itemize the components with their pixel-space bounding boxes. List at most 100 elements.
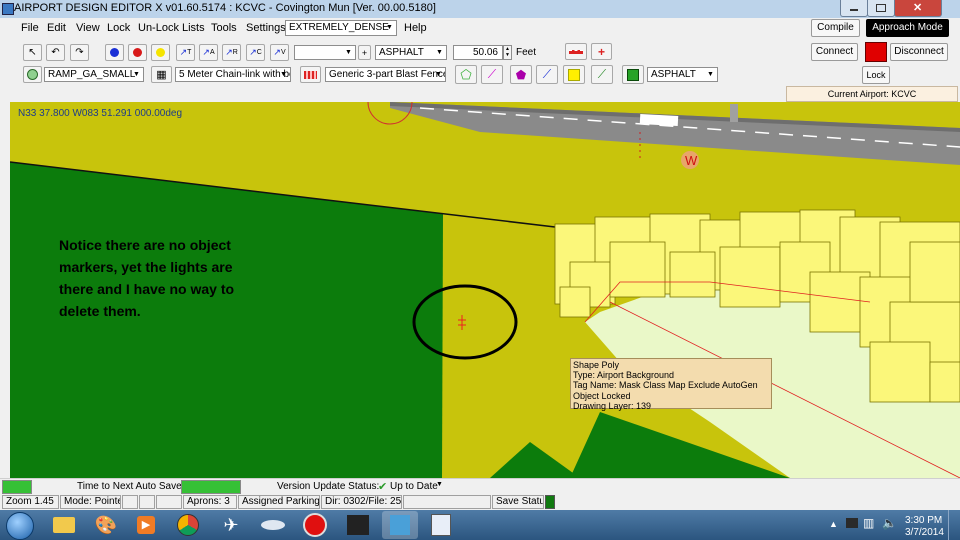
disconnect-button[interactable]: Disconnect xyxy=(890,43,948,61)
hole-tool-button[interactable]: ⬟ xyxy=(510,65,532,84)
line-tool-button[interactable]: ⟋ xyxy=(536,65,558,84)
menu-settings[interactable]: Settings xyxy=(246,22,286,34)
chevron-down-icon: ▼ xyxy=(133,71,140,78)
chevron-down-icon[interactable]: ▼ xyxy=(436,481,443,488)
runway-line-button[interactable]: ↗ R xyxy=(222,44,241,61)
width-spinner[interactable]: ▲ ▼ xyxy=(503,45,512,60)
menu-view[interactable]: View xyxy=(76,22,100,34)
yellow-node-button[interactable] xyxy=(151,44,170,61)
taxiway-line-button[interactable]: ↗ T xyxy=(176,44,195,61)
menu-edit[interactable]: Edit xyxy=(47,22,66,34)
pointer-tool-button[interactable]: ↖ xyxy=(23,44,42,61)
menu-lock[interactable]: Lock xyxy=(107,22,130,34)
status-pane-empty xyxy=(139,495,155,509)
taskbar-flightsim[interactable]: ✈ xyxy=(213,511,249,539)
taskbar-app-wings[interactable] xyxy=(255,511,291,539)
surface-select-value: ASPHALT xyxy=(379,47,424,58)
taskbar-media[interactable]: ▶ xyxy=(128,511,164,539)
tray-expand-icon[interactable]: ▲ xyxy=(829,519,838,529)
status-bar-lower: Zoom 1.45 Mode: Pointer Aprons: 3 Assign… xyxy=(0,494,960,510)
parking-type-select[interactable]: RAMP_GA_SMALL ▼ xyxy=(44,67,144,82)
menu-tools[interactable]: Tools xyxy=(211,22,237,34)
tooltip-line: Object Locked xyxy=(573,390,631,401)
annotation-note: Notice there are no object markers, yet … xyxy=(59,237,235,319)
tray-app-icon[interactable] xyxy=(846,518,858,528)
edge-light-tool-button[interactable]: ⟋ xyxy=(481,65,503,84)
taxi-name-select[interactable]: ▼ xyxy=(294,45,356,60)
width-input[interactable]: 50.06 xyxy=(453,45,503,60)
clock-date[interactable]: 3/7/2014 xyxy=(905,527,944,538)
helipad-button[interactable]: + xyxy=(591,43,612,60)
show-desktop-button[interactable] xyxy=(948,510,960,540)
light-line-tool-button[interactable]: ⟋ xyxy=(591,65,613,84)
taskbar-document[interactable] xyxy=(423,511,459,539)
red-node-button[interactable] xyxy=(128,44,147,61)
apron-line-button[interactable]: ↗ A xyxy=(199,44,218,61)
closed-line-button[interactable]: ↗ C xyxy=(246,44,265,61)
palette-icon: 🎨 xyxy=(94,514,118,535)
taskbar-audio[interactable] xyxy=(340,511,376,539)
taskbar-ade[interactable] xyxy=(382,511,418,539)
polygon-tool-button[interactable]: ⬠ xyxy=(455,65,477,84)
clock-time[interactable]: 3:30 PM xyxy=(905,515,942,526)
undo-button[interactable]: ↶ xyxy=(46,44,65,61)
density-select[interactable]: EXTREMELY_DENSE ▼ xyxy=(285,20,397,36)
taskbar-paint[interactable]: 🎨 xyxy=(88,511,124,539)
taskbar-explorer[interactable] xyxy=(46,511,82,539)
start-button[interactable] xyxy=(6,512,34,540)
blast-fence-tool-button[interactable] xyxy=(300,66,321,83)
apron-surface-select[interactable]: ASPHALT ▼ xyxy=(647,67,718,82)
cursor-coordinates: N33 37.800 W083 51.291 000.00deg xyxy=(18,108,183,119)
runway-icon xyxy=(569,49,583,54)
map-canvas[interactable]: W N33 37.800 W083 51.291 000.00deg Notic… xyxy=(10,102,960,478)
line-c-label: C xyxy=(256,49,262,56)
object-tooltip: Shape Poly Type: Airport Background Tag … xyxy=(570,358,772,411)
autosave-progress xyxy=(181,480,241,494)
close-button[interactable]: ✕ xyxy=(894,0,942,17)
redo-button[interactable]: ↷ xyxy=(70,44,89,61)
menu-file[interactable]: File xyxy=(21,22,39,34)
pointer-icon: ↖ xyxy=(28,47,37,58)
add-taxi-name-button[interactable]: + xyxy=(358,45,371,60)
connection-status-indicator xyxy=(865,42,887,62)
grass-area-bottom-2 xyxy=(490,442,580,478)
blue-node-button[interactable] xyxy=(105,44,124,61)
vehicle-line-button[interactable]: ↗ V xyxy=(270,44,289,61)
menu-help[interactable]: Help xyxy=(404,22,427,34)
lock-button[interactable]: Lock xyxy=(862,66,890,84)
taskbar-chrome[interactable] xyxy=(170,511,206,539)
edge-line-icon: ⟋ xyxy=(487,67,497,81)
menu-lists[interactable]: Lists xyxy=(182,22,205,34)
fence-tool-button[interactable]: ▦ xyxy=(151,66,172,83)
tooltip-line: Tag Name: Mask Class Map Exclude AutoGen xyxy=(573,380,758,391)
plus-red-icon: + xyxy=(597,44,605,59)
menu-unlock[interactable]: Un-Lock xyxy=(138,22,179,34)
network-icon[interactable]: ▥ xyxy=(863,516,874,530)
approach-mode-button[interactable]: Approach Mode xyxy=(866,19,949,37)
line-t-label: T xyxy=(187,49,192,56)
parking-tool-button[interactable] xyxy=(23,66,42,83)
taskbar: 🎨 ▶ ✈ ▲ ▥ 🔈 3:30 PM 3/7/2014 xyxy=(0,510,960,540)
runway-tool-button[interactable] xyxy=(565,43,587,60)
maximize-button[interactable] xyxy=(867,0,895,17)
chevron-down-icon: ▼ xyxy=(436,49,443,56)
line-r-label: R xyxy=(232,49,238,56)
chevron-down-icon: ▼ xyxy=(345,49,352,56)
aprons-status: Aprons: 3 xyxy=(183,495,237,509)
fence-grid-icon: ▦ xyxy=(156,69,167,81)
minimize-button[interactable] xyxy=(840,0,868,17)
compile-button[interactable]: Compile xyxy=(811,19,860,37)
volume-icon[interactable]: 🔈 xyxy=(882,516,897,530)
marking-tool-button[interactable] xyxy=(563,65,585,84)
tooltip-line: Type: Airport Background xyxy=(573,370,675,381)
fence-type-select[interactable]: 5 Meter Chain-link with bent t ▼ xyxy=(175,67,291,82)
update-status-value[interactable]: Up to Date xyxy=(390,481,438,492)
surface-select[interactable]: ASPHALT ▼ xyxy=(375,45,447,60)
redo-icon: ↷ xyxy=(75,47,84,58)
taskbar-record[interactable] xyxy=(297,511,333,539)
parking-spot-icon xyxy=(27,69,38,80)
play-icon: ▶ xyxy=(137,516,155,534)
blast-fence-select[interactable]: Generic 3-part Blast Fence ▼ xyxy=(325,67,446,82)
connect-button[interactable]: Connect xyxy=(811,43,858,61)
apron-tool-button[interactable] xyxy=(622,65,644,84)
